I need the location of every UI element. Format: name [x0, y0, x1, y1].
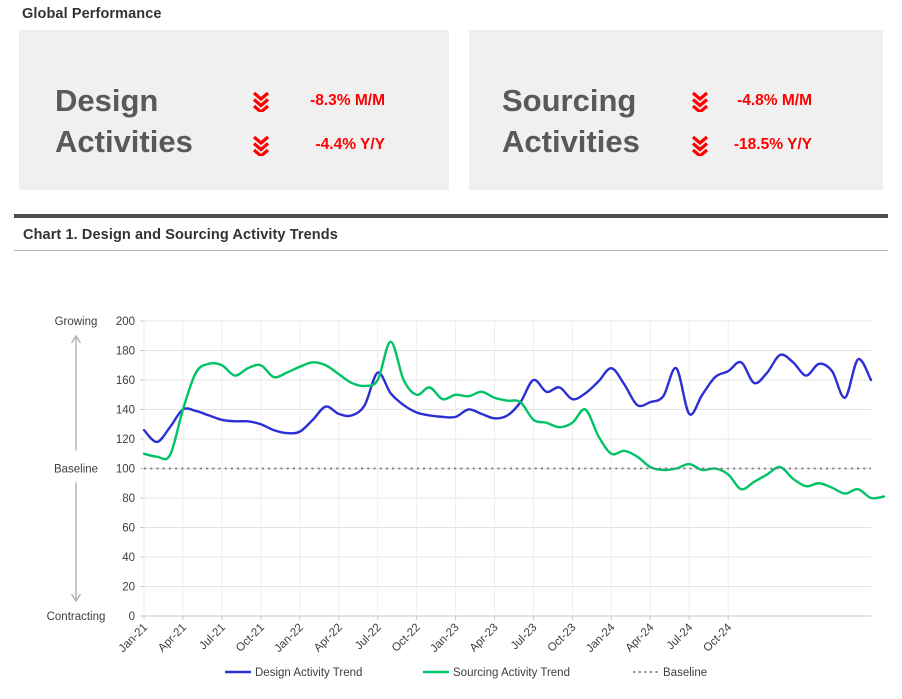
kpi-card-sourcing: Sourcing Activities -4.8% M/M -18.5% Y/Y — [469, 30, 883, 190]
page-title: Global Performance — [22, 6, 162, 22]
kpi-metric-row: -4.4% Y/Y — [215, 133, 385, 158]
series-line — [142, 353, 873, 444]
y-tick-label: 160 — [116, 375, 135, 387]
triple-chevron-down-icon — [690, 134, 710, 158]
kpi-metric-row: -4.8% M/M — [670, 89, 812, 114]
x-tick-label: Apr-21 — [156, 622, 189, 655]
triple-chevron-down-icon — [251, 134, 271, 158]
legend-label: Baseline — [663, 667, 707, 679]
annotation-growing: Growing — [55, 316, 98, 328]
x-tick-label: Oct-22 — [390, 622, 423, 655]
annotation-baseline: Baseline — [54, 464, 98, 476]
x-tick-label: Jul-21 — [197, 622, 228, 653]
x-tick-label: Jul-24 — [665, 621, 696, 652]
x-axis-tick-labels: Jan-21 Apr-21 Jul-21 Oct-21 Jan-22 Apr-22 Jul-… — [117, 621, 735, 655]
triple-chevron-down-icon — [251, 90, 271, 114]
kpi-metric-row: -8.3% M/M — [215, 89, 385, 114]
data-series — [142, 340, 886, 500]
kpi-label-design: Design Activities — [55, 83, 193, 159]
legend-label: Design Activity Trend — [255, 667, 362, 679]
x-tick-label: Jan-24 — [584, 621, 618, 655]
x-tick-label: Oct-21 — [234, 622, 267, 655]
y-tick-label: 0 — [129, 611, 135, 623]
gridlines — [140, 320, 871, 620]
y-tick-label: 140 — [116, 405, 135, 417]
plot-area: 0 20 40 60 80 100 120 140 160 180 200 Jan-21 Apr-21… — [14, 251, 888, 681]
y-tick-label: 120 — [116, 434, 135, 446]
axis-direction-annotations: Growing Baseline Contracting — [47, 316, 106, 623]
legend-label: Sourcing Activity Trend — [453, 667, 570, 679]
kpi-metric-row: -18.5% Y/Y — [670, 133, 812, 158]
activity-trend-line-chart: 0 20 40 60 80 100 120 140 160 180 200 Jan-21 Apr-21… — [47, 316, 886, 679]
y-axis-tick-labels: 0 20 40 60 80 100 120 140 160 180 200 — [116, 316, 135, 623]
x-tick-label: Oct-23 — [546, 622, 579, 655]
x-tick-label: Apr-24 — [624, 621, 657, 654]
y-tick-label: 40 — [122, 552, 135, 564]
y-tick-label: 20 — [122, 582, 135, 594]
annotation-contracting: Contracting — [47, 611, 106, 623]
chart-legend: Design Activity Trend Sourcing Activity T… — [225, 667, 707, 679]
y-tick-label: 60 — [122, 523, 135, 535]
kpi-card-design: Design Activities -8.3% M/M -4.4% Y/Y — [19, 30, 449, 190]
chart-panel: Chart 1. Design and Sourcing Activity Tr… — [14, 214, 888, 684]
y-tick-label: 200 — [116, 316, 135, 328]
x-tick-label: Jan-23 — [428, 622, 461, 655]
chart-title: Chart 1. Design and Sourcing Activity Tr… — [23, 227, 338, 243]
x-tick-label: Apr-23 — [468, 622, 501, 655]
x-tick-label: Jan-21 — [117, 622, 150, 655]
x-tick-label: Apr-22 — [312, 622, 345, 655]
y-tick-label: 80 — [122, 493, 135, 505]
x-tick-label: Oct-24 — [701, 621, 734, 654]
x-tick-label: Jan-22 — [273, 622, 306, 655]
triple-chevron-down-icon — [690, 90, 710, 114]
kpi-value-design-mm: -8.3% M/M — [310, 91, 385, 109]
y-tick-label: 180 — [116, 346, 135, 358]
x-tick-label: Jul-23 — [509, 622, 540, 653]
kpi-value-sourcing-mm: -4.8% M/M — [737, 91, 812, 109]
kpi-label-sourcing: Sourcing Activities — [502, 83, 640, 159]
y-tick-label: 100 — [116, 464, 135, 476]
kpi-value-design-yy: -4.4% Y/Y — [315, 135, 385, 153]
x-tick-label: Jul-22 — [353, 622, 384, 653]
kpi-value-sourcing-yy: -18.5% Y/Y — [733, 135, 812, 153]
